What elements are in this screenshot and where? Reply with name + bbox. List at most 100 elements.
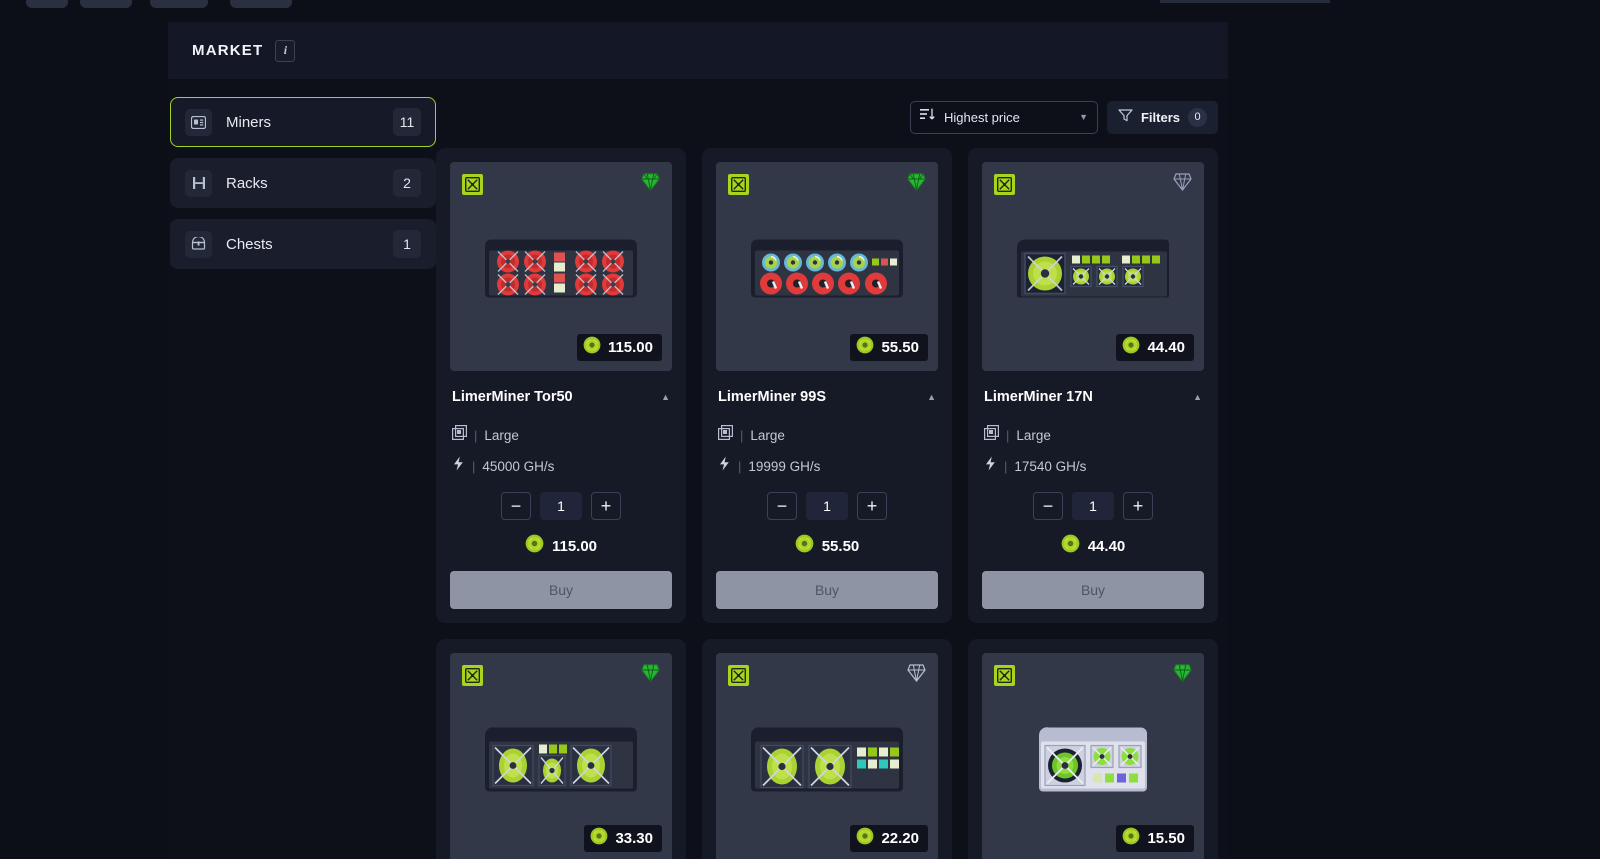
- total-price-row: 44.40: [982, 534, 1204, 558]
- chrome-underline: [1160, 0, 1330, 3]
- info-icon[interactable]: i: [275, 39, 296, 62]
- lightning-icon: [718, 456, 731, 476]
- sort-value: Highest price: [943, 109, 1020, 125]
- product-card[interactable]: 22.20: [702, 639, 952, 859]
- product-name: LimerMiner Tor50: [452, 389, 573, 405]
- quantity-input[interactable]: 1: [540, 492, 582, 520]
- coin-icon: [1061, 534, 1080, 558]
- buy-button[interactable]: Buy: [450, 571, 672, 609]
- decrement-button[interactable]: −: [501, 492, 531, 520]
- chevron-down-icon: ▼: [1079, 112, 1088, 122]
- product-media: 44.40: [982, 162, 1204, 371]
- media-price-chip: 55.50: [850, 334, 928, 361]
- chevron-up-icon[interactable]: ▲: [661, 392, 670, 402]
- buy-button[interactable]: Buy: [982, 571, 1204, 609]
- spec-hashrate: | 45000 GH/s: [450, 456, 672, 476]
- total-price-value: 55.50: [821, 537, 860, 555]
- media-price-value: 115.00: [607, 339, 653, 356]
- fan-badge-icon: [994, 665, 1015, 686]
- spec-divider: |: [1004, 458, 1008, 474]
- hashrate-value: 19999 GH/s: [748, 458, 821, 474]
- sidebar-item-label: Chests: [226, 235, 273, 253]
- spec-divider: |: [738, 458, 742, 474]
- sidebar-item-label: Miners: [226, 113, 272, 131]
- media-price-value: 55.50: [881, 339, 919, 356]
- market-body: Miners 11 Racks 2 Chests 1 Highest price…: [168, 79, 1228, 859]
- total-price-row: 115.00: [450, 534, 672, 558]
- chevron-up-icon[interactable]: ▲: [927, 392, 936, 402]
- quantity-input[interactable]: 1: [1072, 492, 1114, 520]
- product-media: 15.50: [982, 653, 1204, 859]
- lightning-icon: [984, 456, 997, 476]
- chrome-pill-4[interactable]: [230, 0, 292, 8]
- sort-dropdown[interactable]: Highest price ▼: [909, 100, 1098, 134]
- chevron-up-icon[interactable]: ▲: [1193, 392, 1202, 402]
- product-card[interactable]: 115.00 LimerMiner Tor50 ▲ | Large | 4500…: [436, 148, 686, 623]
- media-price-chip: 33.30: [584, 825, 662, 852]
- miner-artwork-white-psu: [1037, 725, 1149, 798]
- chrome-pill-2[interactable]: [80, 0, 132, 8]
- sidebar-item-racks[interactable]: Racks 2: [170, 158, 436, 208]
- size-icon: [452, 425, 468, 445]
- product-card[interactable]: 44.40 LimerMiner 17N ▲ | Large | 17540 G…: [968, 148, 1218, 623]
- diamond-icon: [641, 172, 660, 197]
- increment-button[interactable]: +: [1123, 492, 1153, 520]
- hashrate-value: 17540 GH/s: [1014, 458, 1087, 474]
- diamond-icon: [1173, 172, 1192, 197]
- media-price-value: 33.30: [615, 830, 653, 847]
- increment-button[interactable]: +: [591, 492, 621, 520]
- size-icon: [718, 425, 734, 445]
- diamond-icon: [907, 663, 926, 688]
- product-name: LimerMiner 17N: [984, 389, 1093, 405]
- product-card[interactable]: 15.50: [968, 639, 1218, 859]
- quantity-stepper: − 1 +: [450, 492, 672, 520]
- chrome-pill-3[interactable]: [150, 0, 208, 8]
- quantity-input[interactable]: 1: [806, 492, 848, 520]
- total-price-value: 44.40: [1087, 537, 1126, 555]
- spec-size: | Large: [982, 425, 1204, 445]
- total-price-row: 55.50: [716, 534, 938, 558]
- product-grid: 115.00 LimerMiner Tor50 ▲ | Large | 4500…: [436, 148, 1218, 859]
- total-price-value: 115.00: [551, 537, 598, 555]
- sidebar-item-count: 1: [393, 230, 421, 258]
- fan-badge-icon: [994, 174, 1015, 195]
- chrome-pill-1[interactable]: [26, 0, 68, 8]
- spec-divider: |: [1006, 427, 1010, 443]
- product-card[interactable]: 55.50 LimerMiner 99S ▲ | Large | 19999 G…: [702, 148, 952, 623]
- decrement-button[interactable]: −: [767, 492, 797, 520]
- spec-divider: |: [474, 427, 478, 443]
- spec-hashrate: | 19999 GH/s: [716, 456, 938, 476]
- fan-badge-icon: [728, 665, 749, 686]
- diamond-icon: [641, 663, 660, 688]
- product-media: 22.20: [716, 653, 938, 859]
- coin-icon: [1122, 827, 1140, 850]
- card-title-row: LimerMiner 17N ▲: [982, 389, 1204, 405]
- decrement-button[interactable]: −: [1033, 492, 1063, 520]
- quantity-stepper: − 1 +: [716, 492, 938, 520]
- product-card[interactable]: 33.30: [436, 639, 686, 859]
- sidebar: Miners 11 Racks 2 Chests 1: [168, 97, 436, 859]
- increment-button[interactable]: +: [857, 492, 887, 520]
- window-chrome-strip: [0, 0, 1600, 10]
- card-title-row: LimerMiner Tor50 ▲: [450, 389, 672, 405]
- sidebar-item-miners[interactable]: Miners 11: [170, 97, 436, 147]
- media-price-value: 15.50: [1147, 830, 1185, 847]
- buy-button[interactable]: Buy: [716, 571, 938, 609]
- media-price-value: 44.40: [1147, 339, 1185, 356]
- sidebar-item-chests[interactable]: Chests 1: [170, 219, 436, 269]
- fan-badge-icon: [462, 665, 483, 686]
- page-title: MARKET: [192, 42, 264, 59]
- lightning-icon: [452, 456, 465, 476]
- spec-divider: |: [740, 427, 744, 443]
- quantity-stepper: − 1 +: [982, 492, 1204, 520]
- miner-artwork-lime-bigfan: [1017, 237, 1169, 304]
- miner-chip-icon: [185, 108, 212, 136]
- miner-artwork-lime-3fan: [484, 725, 637, 798]
- sidebar-item-count: 2: [393, 169, 421, 197]
- coin-icon: [583, 336, 601, 359]
- sort-descending-icon: [919, 108, 935, 126]
- media-price-chip: 44.40: [1116, 334, 1194, 361]
- market-header: MARKET i: [168, 22, 1228, 79]
- filters-button[interactable]: Filters 0: [1106, 100, 1218, 134]
- card-title-row: LimerMiner 99S ▲: [716, 389, 938, 405]
